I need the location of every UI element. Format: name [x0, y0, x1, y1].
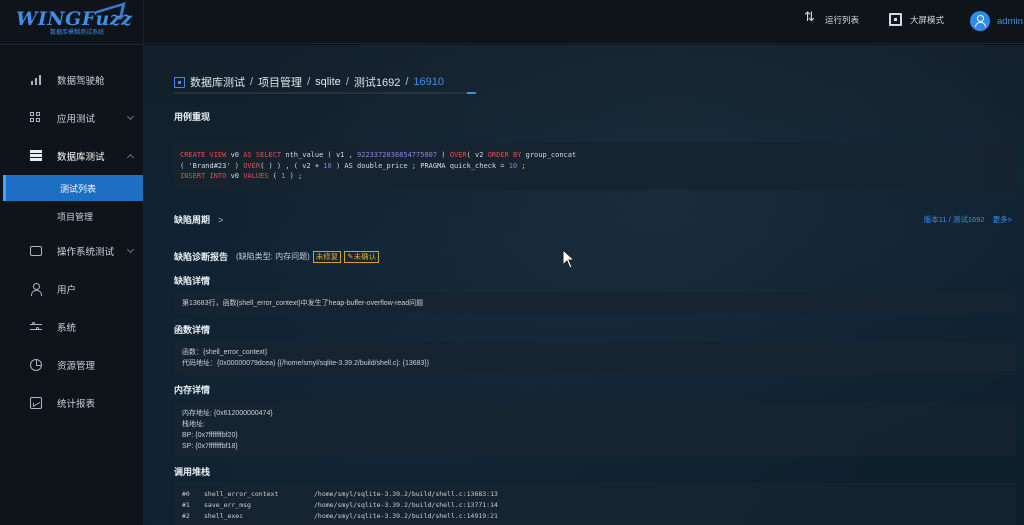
repro-title: 用例重现	[174, 112, 211, 122]
chevron-right-icon: >	[218, 214, 224, 225]
sidebar-item-label: 数据库测试	[57, 152, 105, 163]
avatar	[970, 11, 990, 31]
sidebar-item-app-test[interactable]: 应用测试	[0, 99, 143, 137]
version-link[interactable]: 版本11 / 测试1692	[924, 215, 985, 224]
logo-subtitle: 数据库模糊测试系统	[50, 29, 105, 36]
sidebar-item-users[interactable]: 用户	[0, 270, 143, 308]
sidebar-item-label: 数据驾驶舱	[57, 76, 105, 87]
sliders-icon	[30, 321, 42, 333]
user-icon	[30, 283, 42, 296]
sidebar-item-db-test[interactable]: 数据库测试	[0, 137, 143, 175]
defect-detail-text: 第13683行，函数{shell_error_context}中发生了heap-…	[182, 300, 424, 307]
memory-detail-title: 内存详情	[174, 385, 211, 395]
defect-cycle-title: 缺陷周期	[174, 215, 211, 225]
defect-detail-title: 缺陷详情	[174, 276, 211, 286]
bar-chart-icon	[30, 74, 42, 86]
breadcrumb-separator: /	[250, 76, 254, 88]
sidebar-item-label: 应用测试	[57, 114, 96, 125]
breadcrumb-item[interactable]: 数据库测试	[190, 74, 245, 90]
call-stack-box: #0 shell_error_context/home/smyl/sqlite-3…	[174, 483, 1016, 525]
sidebar-subitem-test-list[interactable]: 测试列表	[3, 175, 143, 201]
sidebar-item-dashboard[interactable]: 数据驾驶舱	[0, 61, 143, 99]
logo[interactable]: WINGFuzz 数据库模糊测试系统	[0, 0, 143, 44]
breadcrumb-item[interactable]: sqlite	[315, 76, 341, 88]
sidebar-item-label: 用户	[57, 285, 77, 296]
run-list-label: 运行列表	[825, 14, 860, 25]
function-detail-title: 函数详情	[174, 325, 211, 335]
report-title: 缺陷诊断报告	[174, 252, 229, 262]
defect-type: (缺陷类型: 内存问题)	[236, 252, 310, 261]
sidebar: WINGFuzz 数据库模糊测试系统 数据驾驶舱 应用测试 数据库测试 测试列表…	[0, 0, 144, 525]
code-line: INSERT INTO v0 VALUES ( 1 ) ;	[180, 172, 303, 180]
stack-frame: #2 shell_exec/home/smyl/sqlite-3.39.2/bui…	[182, 512, 498, 520]
sidebar-item-label: 系统	[57, 323, 77, 334]
sidebar-nav: 数据驾驶舱 应用测试 数据库测试 测试列表 项目管理 操作系统测试 用户 系统	[0, 61, 143, 422]
stack-frame: #1 save_err_msg/home/smyl/sqlite-3.39.2/b…	[182, 501, 498, 509]
sidebar-item-system[interactable]: 系统	[0, 308, 143, 346]
grid-icon	[30, 112, 42, 124]
fullscreen-button[interactable]: 大屏模式	[889, 13, 944, 26]
fullscreen-icon	[889, 13, 902, 26]
status-badge-unfixed: 未修复	[312, 250, 342, 263]
breadcrumb-separator: /	[307, 76, 311, 88]
report-header: 缺陷诊断报告 (缺陷类型: 内存问题) 未修复 ✎未确认	[174, 250, 380, 263]
more-link[interactable]: 更多>	[993, 215, 1012, 224]
memory-address: 内存地址: {0x612000000474}	[182, 410, 273, 417]
database-icon	[30, 150, 42, 162]
sidebar-item-reports[interactable]: 统计报表	[0, 384, 143, 422]
fullscreen-label: 大屏模式	[910, 14, 945, 25]
defect-detail-box: 第13683行，函数{shell_error_context}中发生了heap-…	[174, 292, 1016, 314]
status-badge-unconfirmed: ✎未确认	[344, 250, 380, 263]
sort-arrows-icon	[804, 10, 817, 26]
main-content: 数据库测试 / 项目管理 / sqlite / 测试1692 / 16910 用…	[144, 45, 1024, 525]
divider	[0, 44, 143, 45]
stack-frame: #0 shell_error_context/home/smyl/sqlite-3…	[182, 490, 498, 498]
breadcrumb-separator: /	[345, 76, 349, 88]
breadcrumb: 数据库测试 / 项目管理 / sqlite / 测试1692 / 16910	[174, 74, 444, 90]
function-detail-box: 函数：{shell_error_context} 代码地址：{0x0000007…	[174, 341, 1016, 375]
chevron-up-icon	[126, 153, 135, 162]
memory-detail-box: 内存地址: {0x612000000474} 栈地址: BP: {0x7ffff…	[174, 402, 1016, 456]
breadcrumb-icon	[174, 76, 185, 88]
sp-value: SP: {0x7fffffffbf18}	[182, 443, 238, 450]
breadcrumb-item[interactable]: 项目管理	[258, 74, 302, 90]
monitor-icon	[30, 246, 42, 256]
defect-cycle-links: 版本11 / 测试1692 更多>	[918, 214, 1012, 225]
sidebar-item-label: 操作系统测试	[57, 247, 115, 258]
call-stack-title: 调用堆栈	[174, 467, 211, 477]
repro-code-block: CREATE VIEW v0 AS SELECT nth_value ( v1 …	[174, 142, 1016, 190]
bp-value: BP: {0x7fffffffbf20}	[182, 432, 238, 439]
breadcrumb-item[interactable]: 测试1692	[354, 74, 400, 90]
defect-cycle-toggle[interactable]: 缺陷周期 >	[174, 213, 223, 226]
report-icon	[30, 397, 42, 409]
breadcrumb-separator: /	[405, 76, 409, 88]
sidebar-item-resources[interactable]: 资源管理	[0, 346, 143, 384]
logo-text: WINGFuzz	[16, 7, 133, 30]
chevron-down-icon	[126, 245, 135, 254]
user-menu[interactable]: admin	[970, 11, 1023, 31]
code-address: 代码地址：{0x00000079dcea} {{/home/smyl/sqlit…	[182, 360, 430, 367]
sidebar-item-label: 统计报表	[57, 399, 96, 410]
code-line: CREATE VIEW v0 AS SELECT nth_value ( v1 …	[180, 151, 577, 159]
breadcrumb-current: 16910	[413, 76, 445, 88]
sidebar-item-label: 资源管理	[57, 361, 96, 372]
code-line: ( 'Brand#23' ) OVER( ) ) , ( v2 + 10 ) A…	[180, 161, 526, 170]
breadcrumb-underline	[174, 92, 476, 94]
pie-chart-icon	[30, 359, 42, 371]
top-bar: 运行列表 大屏模式 admin	[144, 0, 1024, 44]
sidebar-item-os-test[interactable]: 操作系统测试	[0, 232, 143, 270]
run-list-button[interactable]: 运行列表	[804, 10, 860, 26]
function-name: 函数：{shell_error_context}	[182, 349, 268, 356]
stack-address-label: 栈地址:	[182, 421, 205, 428]
sidebar-subitem-project-mgmt[interactable]: 项目管理	[0, 203, 143, 229]
user-name: admin	[997, 15, 1023, 27]
chevron-down-icon	[126, 112, 135, 121]
